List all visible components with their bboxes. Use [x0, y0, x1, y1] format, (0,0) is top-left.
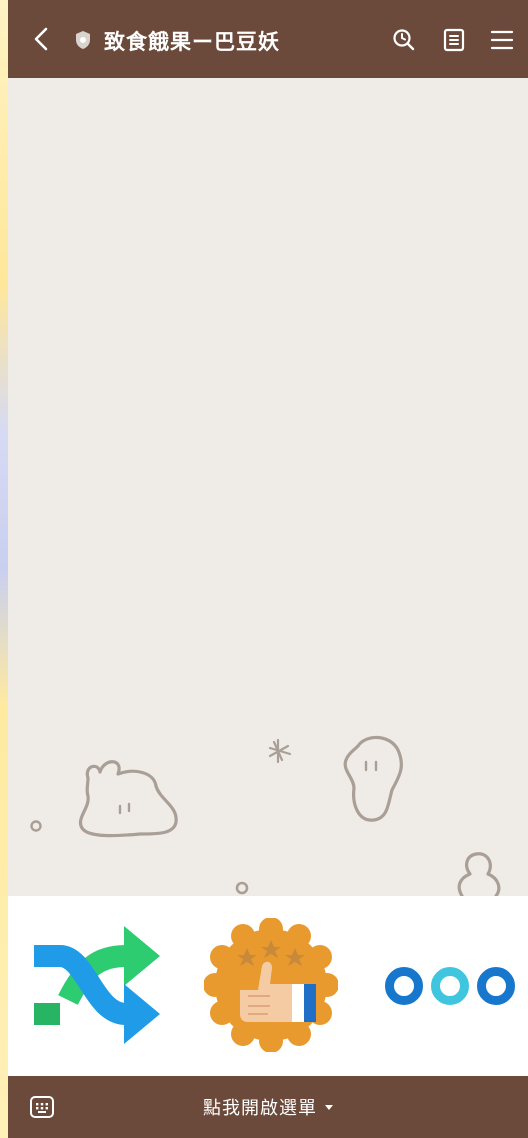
- asterisk-doodle: [268, 738, 292, 764]
- open-menu-button[interactable]: 點我開啟選單: [8, 1076, 528, 1138]
- chevron-left-icon: [34, 27, 48, 51]
- background-doodles: [30, 735, 501, 896]
- back-button[interactable]: [28, 22, 56, 56]
- three-circles-icon: [385, 967, 515, 1005]
- search-button[interactable]: [390, 26, 418, 54]
- hamburger-menu-icon: [490, 30, 514, 50]
- search-icon: [393, 29, 415, 51]
- rich-menu-item-more[interactable]: [384, 954, 520, 1018]
- chat-area[interactable]: [8, 78, 528, 896]
- chat-title: 致食餓果ー巴豆妖: [104, 31, 280, 54]
- bottom-bar: 點我開啟選單: [8, 1076, 528, 1138]
- menu-button[interactable]: [488, 26, 516, 54]
- left-edge-strip: [0, 0, 8, 1138]
- figure-doodle: [457, 852, 501, 896]
- top-bar: 致食餓果ー巴豆妖: [8, 0, 528, 78]
- ghost-doodle: [343, 735, 403, 822]
- open-menu-label: 點我開啟選單: [203, 1098, 317, 1118]
- rich-menu-panel: [8, 896, 528, 1076]
- rich-menu-item-shuffle[interactable]: [24, 918, 168, 1052]
- keyboard-icon: [30, 1096, 54, 1118]
- caret-down-icon: [325, 1104, 333, 1110]
- notes-button[interactable]: [440, 26, 468, 54]
- bunny-doodle: [79, 760, 178, 838]
- thumbs-up-badge-icon: [203, 917, 339, 1053]
- shuffle-arrows-icon: [34, 926, 160, 1044]
- rich-menu-item-thumbs-up[interactable]: [203, 917, 339, 1053]
- shield-icon: [76, 31, 90, 49]
- keyboard-toggle-button[interactable]: [28, 1094, 56, 1120]
- notes-icon: [443, 28, 465, 52]
